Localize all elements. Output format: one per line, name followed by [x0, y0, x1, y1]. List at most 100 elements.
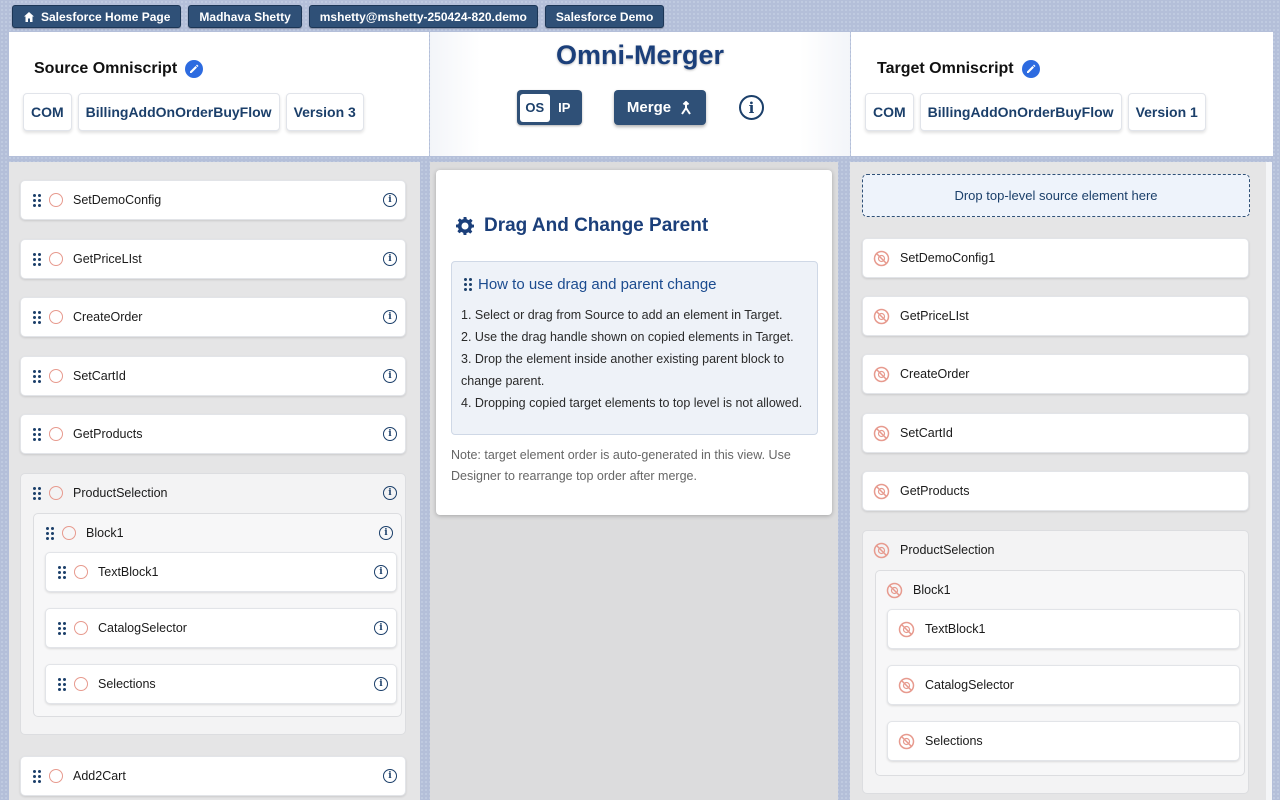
source-element-getproducts[interactable]: GetProducts i	[20, 414, 406, 454]
howto-title-row: How to use drag and parent change	[464, 276, 717, 293]
target-header: Target Omniscript COM BillingAddOnOrderB…	[851, 32, 1273, 156]
target-element-setcartid[interactable]: SetCartId	[862, 413, 1249, 453]
source-element-productselection[interactable]: ProductSelection i Block1 i TextBlock1 i Ca…	[20, 473, 406, 735]
target-subtype-chip[interactable]: BillingAddOnOrderBuyFlow	[919, 93, 1122, 131]
drag-handle-icon	[464, 278, 472, 291]
salesforce-home-label: Salesforce Home Page	[41, 9, 171, 24]
info-icon[interactable]: i	[374, 621, 388, 635]
no-entry-icon	[898, 733, 915, 749]
drag-handle-icon[interactable]	[33, 486, 41, 500]
top-level-drop-zone[interactable]: Drop top-level source element here	[862, 174, 1250, 217]
no-entry-icon	[873, 483, 890, 499]
source-subtype-chip[interactable]: BillingAddOnOrderBuyFlow	[77, 93, 280, 131]
drag-handle-icon[interactable]	[33, 193, 41, 207]
no-entry-icon	[873, 425, 890, 441]
target-element-block1[interactable]: Block1 TextBlock1 CatalogSelector Select…	[875, 570, 1245, 776]
gear-icon	[456, 217, 474, 235]
center-header: Omni-Merger OS IP Merge i	[430, 32, 850, 156]
target-element-textblock1[interactable]: TextBlock1	[887, 609, 1240, 649]
element-label: Add2Cart	[73, 769, 126, 783]
info-icon[interactable]: i	[383, 252, 397, 266]
empty-circle-icon	[49, 252, 63, 266]
drag-handle-icon[interactable]	[33, 310, 41, 324]
source-chips: COM BillingAddOnOrderBuyFlow Version 3	[23, 93, 364, 131]
element-label: Selections	[98, 677, 156, 691]
no-entry-icon	[873, 308, 890, 324]
empty-circle-icon	[49, 310, 63, 324]
empty-circle-icon	[49, 193, 63, 207]
source-element-selections[interactable]: Selections i	[45, 664, 397, 704]
howto-step: 3. Drop the element inside another exist…	[461, 352, 785, 388]
toggle-os[interactable]: OS	[520, 93, 550, 122]
element-label: Selections	[925, 734, 983, 748]
source-element-textblock1[interactable]: TextBlock1 i	[45, 552, 397, 592]
target-element-createorder[interactable]: CreateOrder	[862, 354, 1249, 394]
drag-handle-icon[interactable]	[33, 769, 41, 783]
empty-circle-icon	[49, 369, 63, 383]
source-element-add2cart[interactable]: Add2Cart i	[20, 756, 406, 796]
top-nav: Salesforce Home Page Madhava Shetty mshe…	[12, 5, 665, 29]
drag-handle-icon[interactable]	[46, 526, 54, 540]
info-icon[interactable]: i	[383, 193, 397, 207]
info-icon[interactable]: i	[383, 427, 397, 441]
target-type-chip[interactable]: COM	[865, 93, 914, 131]
howto-step: 4. Dropping copied target elements to to…	[461, 396, 803, 410]
pencil-icon	[190, 64, 199, 73]
no-entry-icon	[898, 677, 915, 693]
target-element-productselection[interactable]: ProductSelection Block1 TextBlock1 Catal…	[862, 530, 1249, 794]
drag-handle-icon[interactable]	[58, 677, 66, 691]
info-icon[interactable]: i	[739, 95, 764, 120]
os-ip-toggle[interactable]: OS IP	[517, 90, 582, 125]
source-title: Source Omniscript	[34, 60, 178, 77]
info-icon[interactable]: i	[379, 526, 393, 540]
source-type-chip[interactable]: COM	[23, 93, 72, 131]
element-label: TextBlock1	[925, 622, 986, 636]
target-element-setdemoconfig1[interactable]: SetDemoConfig1	[862, 238, 1249, 278]
element-label: GetPriceLIst	[73, 252, 142, 266]
element-label: Block1	[913, 583, 951, 597]
info-icon[interactable]: i	[374, 565, 388, 579]
target-chips: COM BillingAddOnOrderBuyFlow Version 1	[865, 93, 1206, 131]
target-element-selections[interactable]: Selections	[887, 721, 1240, 761]
guide-column: Drag And Change Parent How to use drag a…	[430, 162, 838, 800]
info-icon[interactable]: i	[383, 769, 397, 783]
target-element-getpricelist[interactable]: GetPriceLIst	[862, 296, 1249, 336]
element-label: SetDemoConfig	[73, 193, 162, 207]
org-button[interactable]: Salesforce Demo	[544, 5, 665, 28]
drag-handle-icon[interactable]	[33, 252, 41, 266]
drag-handle-icon[interactable]	[58, 621, 66, 635]
source-version-chip[interactable]: Version 3	[285, 93, 364, 131]
source-element-catalogselector[interactable]: CatalogSelector i	[45, 608, 397, 648]
info-icon[interactable]: i	[383, 486, 397, 500]
info-icon[interactable]: i	[383, 369, 397, 383]
source-element-block1[interactable]: Block1 i TextBlock1 i CatalogSelector i Sel…	[33, 513, 402, 717]
source-element-setcartid[interactable]: SetCartId i	[20, 356, 406, 396]
howto-box: How to use drag and parent change 1. Sel…	[451, 261, 818, 435]
source-element-getpricelist[interactable]: GetPriceLIst i	[20, 239, 406, 279]
howto-step: 1. Select or drag from Source to add an …	[461, 308, 783, 322]
guide-title-row: Drag And Change Parent	[455, 215, 708, 237]
drag-handle-icon[interactable]	[58, 565, 66, 579]
source-element-createorder[interactable]: CreateOrder i	[20, 297, 406, 337]
salesforce-home-button[interactable]: Salesforce Home Page	[12, 5, 182, 28]
drag-handle-icon[interactable]	[33, 427, 41, 441]
target-element-getproducts[interactable]: GetProducts	[862, 471, 1249, 511]
no-entry-icon	[873, 250, 890, 266]
merge-label: Merge	[626, 99, 672, 116]
target-version-chip[interactable]: Version 1	[1127, 93, 1206, 131]
user-name-button[interactable]: Madhava Shetty	[188, 5, 302, 28]
guide-title: Drag And Change Parent	[484, 215, 709, 236]
target-scrollbar[interactable]	[1266, 162, 1272, 800]
target-element-catalogselector[interactable]: CatalogSelector	[887, 665, 1240, 705]
source-edit-button[interactable]	[185, 60, 204, 78]
element-label: CatalogSelector	[98, 621, 187, 635]
source-element-setdemoconfig[interactable]: SetDemoConfig i	[20, 180, 406, 220]
toggle-ip[interactable]: IP	[550, 100, 580, 115]
info-icon[interactable]: i	[374, 677, 388, 691]
username-button[interactable]: mshetty@mshetty-250424-820.demo	[308, 5, 538, 28]
drag-handle-icon[interactable]	[33, 369, 41, 383]
merge-button[interactable]: Merge	[614, 90, 706, 125]
info-icon[interactable]: i	[383, 310, 397, 324]
no-entry-icon	[898, 621, 915, 637]
target-edit-button[interactable]	[1021, 60, 1040, 78]
